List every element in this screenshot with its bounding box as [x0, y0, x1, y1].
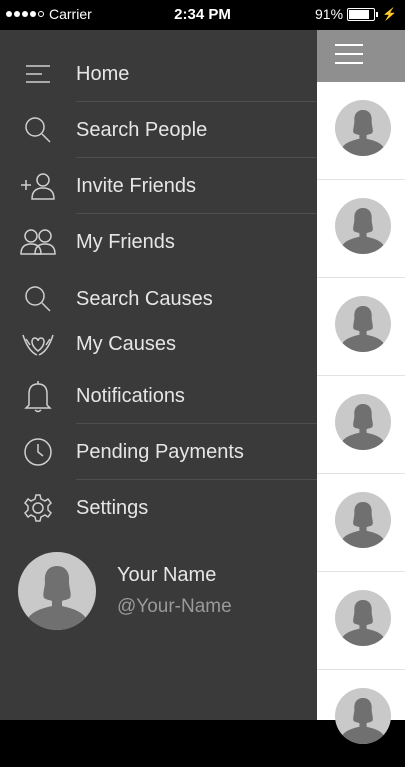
status-right: 91% ⚡ — [315, 6, 397, 22]
clock-icon — [18, 432, 58, 472]
menu-label-home: Home — [76, 62, 130, 85]
heart-hands-icon — [18, 324, 58, 364]
side-drawer: Home Search People Invite Friends My Fri… — [0, 30, 317, 720]
avatar — [335, 296, 391, 352]
hamburger-menu-icon[interactable] — [335, 44, 363, 66]
menu-label-settings: Settings — [76, 496, 149, 519]
add-person-icon — [18, 166, 58, 206]
menu-label-pending-payments: Pending Payments — [76, 440, 244, 463]
search-icon — [18, 279, 58, 319]
people-icon — [18, 222, 58, 262]
search-icon — [18, 110, 58, 150]
menu-item-settings[interactable]: Settings — [0, 480, 317, 536]
menu-label-my-causes: My Causes — [76, 332, 177, 355]
menu-label-invite-friends: Invite Friends — [76, 174, 197, 197]
menu-label-search-causes: Search Causes — [76, 287, 213, 310]
menu-item-my-causes[interactable]: My Causes — [0, 316, 317, 372]
menu-item-invite-friends[interactable]: Invite Friends — [0, 158, 317, 214]
menu-item-pending-payments[interactable]: Pending Payments — [0, 424, 317, 480]
content-header — [317, 30, 405, 82]
avatar — [335, 394, 391, 450]
avatar — [335, 100, 391, 156]
list-item[interactable] — [317, 572, 405, 670]
menu-label-search-people: Search People — [76, 118, 208, 141]
avatar — [335, 688, 391, 744]
battery-tip — [376, 11, 379, 17]
user-profile[interactable]: Your Name @Your-Name — [0, 550, 317, 660]
profile-handle: @Your-Name — [117, 596, 232, 617]
menu-label-my-friends: My Friends — [76, 230, 175, 253]
bell-icon — [18, 376, 58, 416]
avatar — [335, 590, 391, 646]
list-item[interactable] — [317, 474, 405, 572]
menu-label-notifications: Notifications — [76, 384, 185, 407]
battery-percent: 91% — [315, 6, 344, 22]
profile-name: Your Name — [117, 564, 217, 586]
menu-item-my-friends[interactable]: My Friends — [0, 214, 317, 270]
menu-item-home[interactable]: Home — [0, 46, 317, 102]
avatar[interactable] — [18, 552, 96, 630]
menu-item-search-people[interactable]: Search People — [0, 102, 317, 158]
battery-icon — [347, 7, 376, 21]
avatar — [335, 492, 391, 548]
list-item[interactable] — [317, 278, 405, 376]
list-item[interactable] — [317, 670, 405, 767]
list-item[interactable] — [317, 82, 405, 180]
content-list — [317, 82, 405, 744]
gear-icon — [18, 488, 58, 528]
home-lines-icon — [18, 54, 58, 94]
list-item[interactable] — [317, 376, 405, 474]
avatar — [335, 198, 391, 254]
list-item[interactable] — [317, 180, 405, 278]
status-bar: Carrier 2:34 PM 91% ⚡ — [0, 0, 405, 30]
charging-bolt-icon: ⚡ — [382, 7, 397, 21]
menu-item-notifications[interactable]: Notifications — [0, 368, 317, 424]
